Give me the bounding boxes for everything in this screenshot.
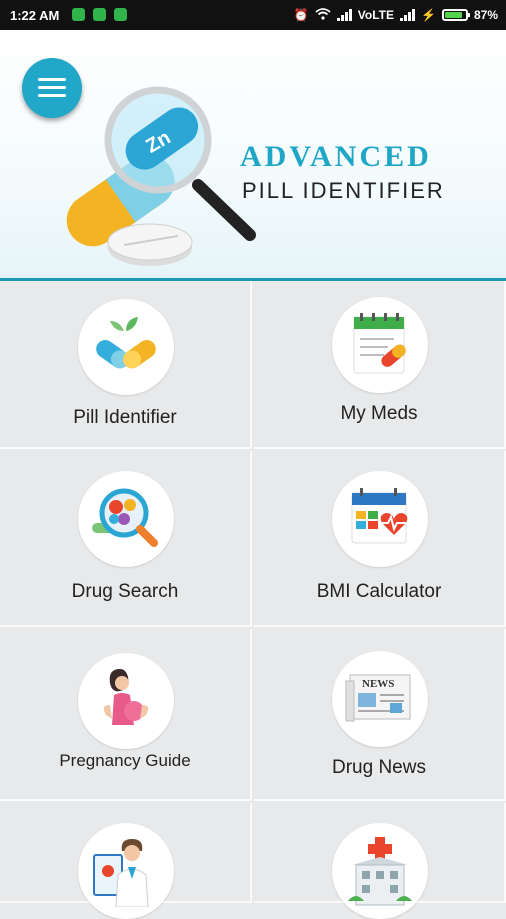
tile-hospital[interactable] [254, 803, 506, 919]
signal-icon [400, 9, 416, 21]
svg-text:NEWS: NEWS [362, 678, 394, 690]
tile-label: Pill Identifier [73, 407, 177, 428]
app-title: ADVANCED [240, 140, 432, 173]
signal-icon [336, 9, 352, 21]
pill-identifier-icon [96, 317, 156, 369]
pill-magnifier-logo-icon: Zn [66, 86, 256, 266]
alarm-icon: ⏰ [293, 8, 309, 22]
tile-my-meds[interactable]: My Meds [254, 281, 506, 449]
calculator-heart-icon [351, 488, 408, 544]
tile-pregnancy-guide[interactable]: Pregnancy Guide [0, 629, 252, 801]
doctor-clipboard-icon [93, 839, 149, 907]
status-time: 1:22 AM [10, 8, 60, 23]
tile-label: Pregnancy Guide [59, 751, 191, 770]
tile-label: Drug Search [71, 581, 179, 602]
tile-label: BMI Calculator [316, 581, 442, 602]
tile-label: My Meds [340, 403, 418, 424]
battery-percent: 87% [473, 8, 498, 22]
charging-icon: ⚡ [421, 8, 436, 22]
tile-drug-search[interactable]: Drug Search [0, 451, 252, 627]
newspaper-icon: NEWS [345, 674, 411, 722]
calendar-meds-icon [353, 313, 406, 374]
magnifier-pills-icon [92, 488, 158, 547]
tile-pill-identifier[interactable]: Pill Identifier [0, 281, 252, 449]
tile-drug-news[interactable]: NEWS Drug News [254, 629, 506, 801]
header-banner: Zn ADVANCED PILL IDENTIFIER [0, 30, 506, 281]
pregnant-woman-icon [103, 669, 149, 725]
tile-doctor[interactable] [0, 803, 252, 919]
tile-label: Drug News [332, 757, 426, 778]
network-type: VoLTE [357, 8, 395, 22]
app-notification-icon [72, 8, 85, 21]
tile-bmi-calculator[interactable]: BMI Calculator [254, 451, 506, 627]
app-notification-icon [93, 8, 106, 21]
battery-icon [441, 9, 470, 21]
app-notification-icon [114, 8, 127, 21]
app-subtitle: PILL IDENTIFIER [242, 178, 445, 203]
hospital-icon [348, 837, 412, 906]
status-bar: 1:22 AM ⏰ VoLTE ⚡ 87% [0, 0, 506, 30]
wifi-icon [315, 7, 331, 23]
hamburger-menu-button[interactable] [22, 58, 82, 118]
